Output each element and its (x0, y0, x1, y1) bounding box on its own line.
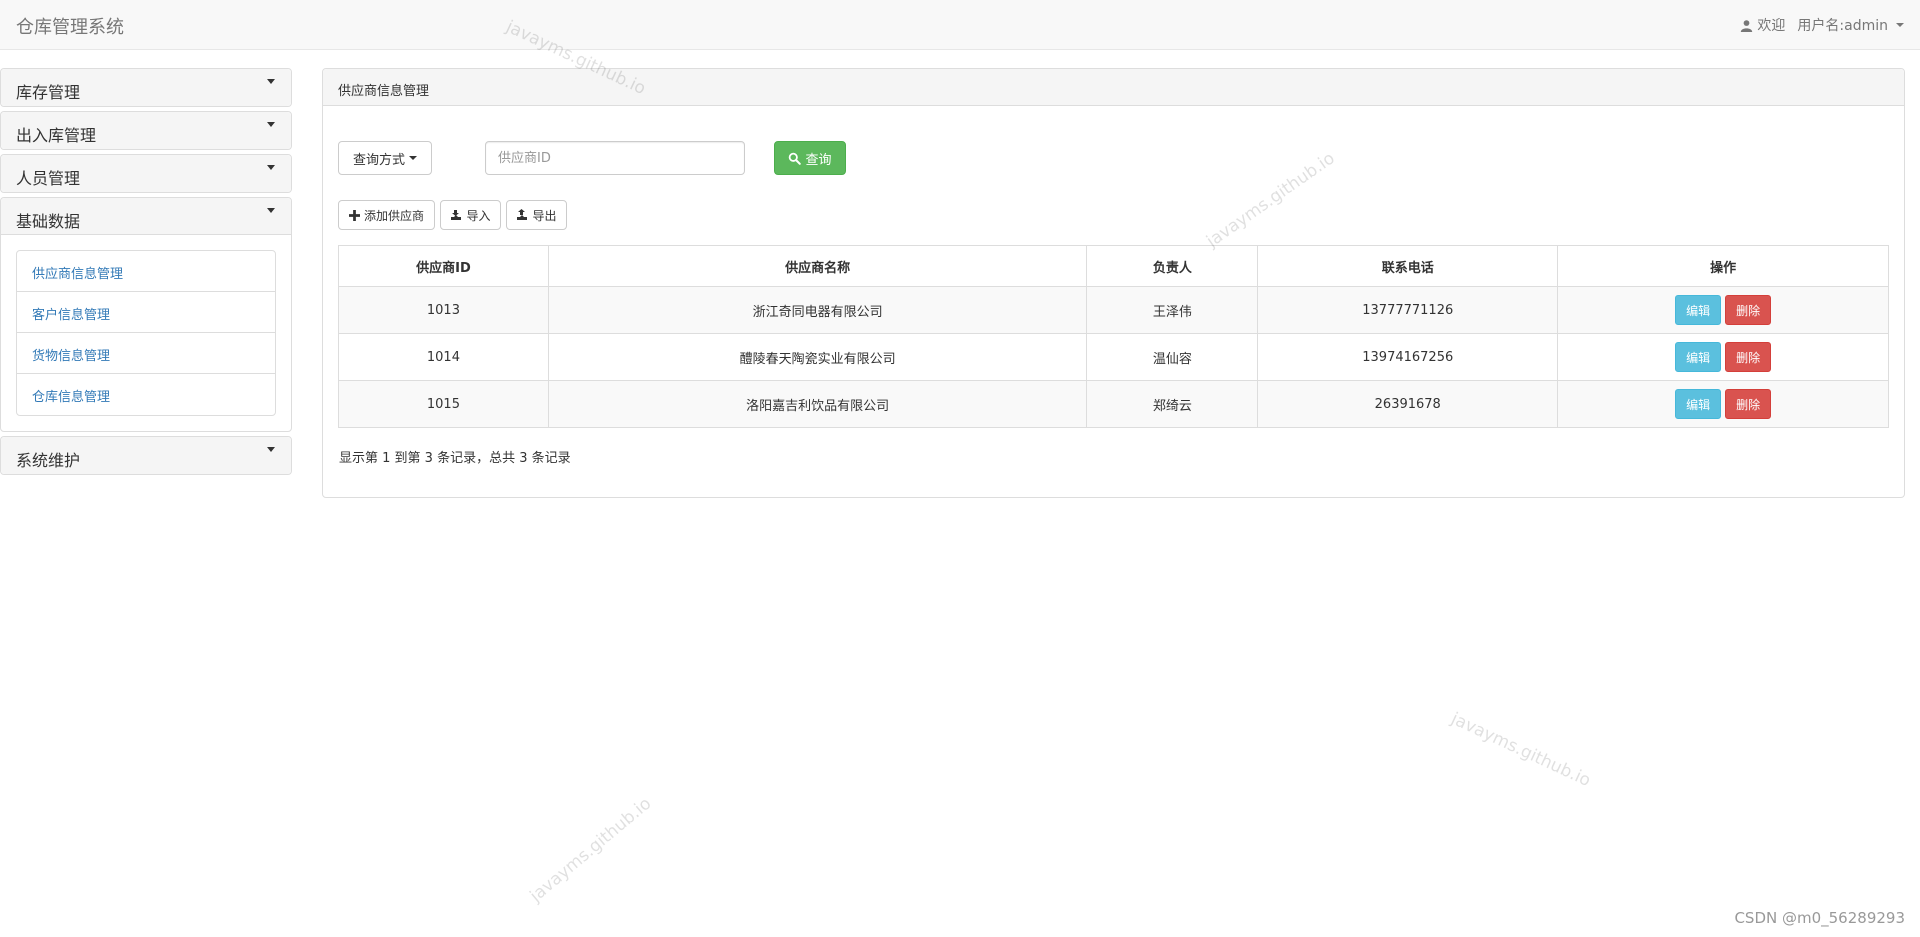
search-button-label: 查询 (805, 152, 832, 168)
sidebar-section-header[interactable]: 基础数据 (1, 198, 291, 235)
table-row: 1013 浙江奇同电器有限公司 王泽伟 13777771126 编辑 删除 (338, 286, 1889, 334)
top-navbar: 仓库管理系统 欢迎 用户名:admin (0, 0, 1920, 50)
search-input[interactable] (485, 141, 745, 175)
sidebar-submenu: 供应商信息管理 客户信息管理 货物信息管理 仓库信息管理 (16, 250, 276, 416)
sidebar-section-label: 人员管理 (16, 169, 81, 188)
cell-phone: 13974167256 (1257, 333, 1559, 381)
cell-supplier-id: 1015 (338, 380, 549, 428)
export-label: 导出 (532, 208, 557, 223)
cell-person: 温仙容 (1086, 333, 1259, 381)
cell-phone: 26391678 (1257, 380, 1559, 428)
main-panel: 供应商信息管理 查询方式 查询 添加供应商 导入 导出 供应商ID 供应商名称 … (322, 68, 1905, 498)
user-icon (1741, 19, 1753, 32)
edit-button[interactable]: 编辑 (1675, 342, 1722, 372)
column-header-phone[interactable]: 联系电话 (1257, 245, 1559, 287)
cell-supplier-id: 1013 (338, 286, 549, 334)
cell-person: 王泽伟 (1086, 286, 1259, 334)
watermark-text: javayms.github.io (1447, 708, 1594, 792)
delete-button[interactable]: 删除 (1725, 295, 1772, 325)
caret-down-icon (267, 122, 275, 127)
caret-down-icon (267, 208, 275, 213)
add-supplier-button[interactable]: 添加供应商 (338, 200, 435, 230)
cell-actions: 编辑 删除 (1557, 333, 1889, 381)
import-button[interactable]: 导入 (440, 200, 501, 230)
sidebar-section-label: 系统维护 (16, 451, 81, 470)
sidebar-item-supplier[interactable]: 供应商信息管理 (17, 251, 275, 292)
cell-phone: 13777771126 (1257, 286, 1559, 334)
search-icon (789, 152, 802, 165)
sidebar-item-customer[interactable]: 客户信息管理 (17, 292, 275, 333)
sidebar-section-header[interactable]: 库存管理 (1, 69, 291, 106)
sidebar-section-system: 系统维护 (0, 436, 292, 475)
column-header-supplier-id[interactable]: 供应商ID (338, 245, 549, 287)
cell-supplier-name: 洛阳嘉吉利饮品有限公司 (547, 380, 1088, 428)
watermark-text: javayms.github.io (526, 793, 656, 907)
delete-button[interactable]: 删除 (1725, 342, 1772, 372)
chevron-down-icon (409, 156, 417, 160)
sidebar-section-stock-io: 出入库管理 (0, 111, 292, 150)
supplier-table: 供应商ID 供应商名称 负责人 联系电话 操作 1013 浙江奇同电器有限公司 … (338, 245, 1889, 428)
import-label: 导入 (466, 208, 491, 223)
caret-down-icon (267, 447, 275, 452)
app-brand[interactable]: 仓库管理系统 (16, 13, 124, 39)
source-credit: CSDN @m0_56289293 (1734, 909, 1905, 927)
add-supplier-label: 添加供应商 (363, 208, 424, 223)
sidebar-section-label: 库存管理 (16, 83, 81, 102)
cell-actions: 编辑 删除 (1557, 286, 1889, 334)
export-button[interactable]: 导出 (506, 200, 567, 230)
sidebar-item-warehouse[interactable]: 仓库信息管理 (17, 374, 275, 415)
caret-down-icon (267, 79, 275, 84)
cell-supplier-id: 1014 (338, 333, 549, 381)
delete-button[interactable]: 删除 (1725, 389, 1772, 419)
welcome-text: 欢迎 (1757, 18, 1786, 34)
import-icon (451, 210, 462, 220)
cell-supplier-name: 浙江奇同电器有限公司 (547, 286, 1088, 334)
plus-icon (348, 209, 360, 221)
chevron-down-icon (1896, 23, 1904, 27)
edit-button[interactable]: 编辑 (1675, 295, 1722, 325)
cell-supplier-name: 醴陵春天陶瓷实业有限公司 (547, 333, 1088, 381)
edit-button[interactable]: 编辑 (1675, 389, 1722, 419)
table-header-row: 供应商ID 供应商名称 负责人 联系电话 操作 (338, 245, 1889, 287)
export-icon (517, 209, 528, 220)
sidebar-section-header[interactable]: 人员管理 (1, 155, 291, 192)
column-header-person[interactable]: 负责人 (1086, 245, 1259, 287)
table-row: 1014 醴陵春天陶瓷实业有限公司 温仙容 13974167256 编辑 删除 (338, 333, 1889, 381)
sidebar-section-header[interactable]: 系统维护 (1, 437, 291, 474)
user-menu[interactable]: 欢迎 用户名:admin (1740, 15, 1904, 35)
caret-down-icon (267, 165, 275, 170)
cell-actions: 编辑 删除 (1557, 380, 1889, 428)
sidebar-section-label: 出入库管理 (16, 126, 97, 145)
column-header-actions: 操作 (1557, 245, 1889, 287)
column-header-supplier-name[interactable]: 供应商名称 (547, 245, 1088, 287)
sidebar-section-label: 基础数据 (16, 212, 81, 231)
sidebar-item-goods[interactable]: 货物信息管理 (17, 333, 275, 374)
username-text: 用户名:admin (1797, 18, 1888, 34)
pagination-info: 显示第 1 到第 3 条记录，总共 3 条记录 (339, 451, 571, 466)
sidebar-section-header[interactable]: 出入库管理 (1, 112, 291, 149)
query-mode-label: 查询方式 (352, 152, 405, 168)
cell-person: 郑绮云 (1086, 380, 1259, 428)
sidebar-section-staff: 人员管理 (0, 154, 292, 193)
search-button[interactable]: 查询 (774, 141, 846, 175)
sidebar-section-basic-data: 基础数据 供应商信息管理 客户信息管理 货物信息管理 仓库信息管理 (0, 197, 292, 432)
sidebar: 库存管理 出入库管理 人员管理 基础数据 供应商信息管理 客户信息管理 货物信息… (0, 68, 292, 479)
sidebar-section-body: 供应商信息管理 客户信息管理 货物信息管理 仓库信息管理 (1, 235, 291, 431)
sidebar-section-inventory: 库存管理 (0, 68, 292, 107)
panel-title: 供应商信息管理 (323, 69, 1904, 106)
query-mode-dropdown[interactable]: 查询方式 (338, 141, 432, 175)
table-row: 1015 洛阳嘉吉利饮品有限公司 郑绮云 26391678 编辑 删除 (338, 380, 1889, 428)
